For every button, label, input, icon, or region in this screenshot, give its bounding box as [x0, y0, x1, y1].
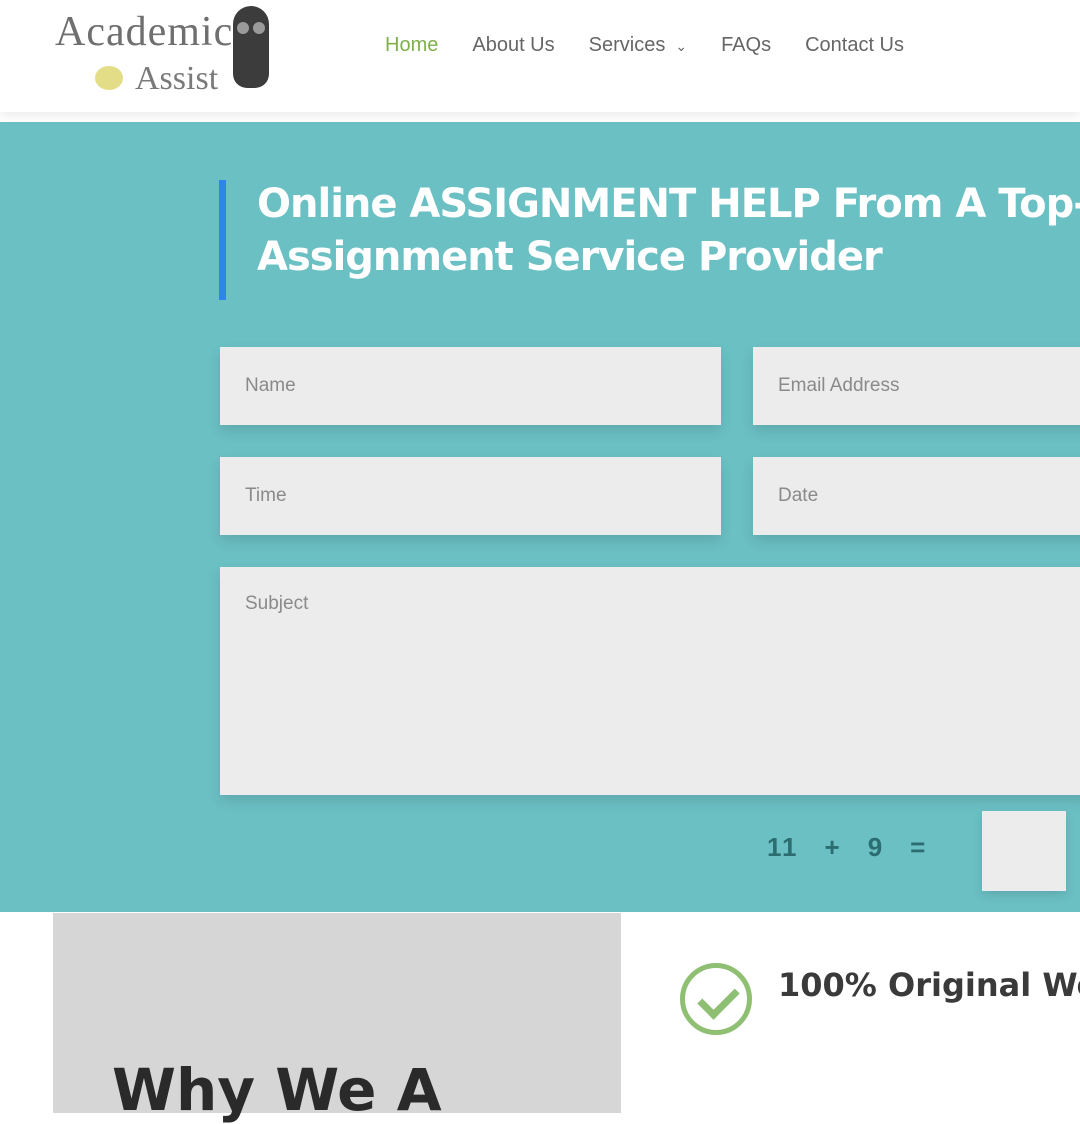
owl-logo-icon	[233, 6, 269, 88]
email-input[interactable]	[753, 347, 1080, 425]
hero-title: Online ASSIGNMENT HELP From A Top- Assig…	[257, 181, 1080, 280]
site-logo[interactable]: Academic Assist	[55, 6, 315, 98]
subject-textarea[interactable]	[220, 567, 1080, 795]
title-accent-bar	[219, 180, 226, 300]
captcha-operand-b: 9	[867, 832, 885, 862]
logo-badge-icon	[95, 66, 123, 90]
main-nav: Home About Us Services ⌄ FAQs Contact Us	[385, 34, 938, 57]
nav-contact-us[interactable]: Contact Us	[805, 34, 904, 57]
captcha-answer-input[interactable]	[982, 811, 1066, 891]
nav-faqs[interactable]: FAQs	[721, 34, 771, 57]
nav-home[interactable]: Home	[385, 34, 438, 57]
checkmark-circle-icon	[680, 963, 752, 1035]
captcha-operand-a: 11	[767, 832, 799, 862]
captcha-question: 11 + 9 =	[767, 832, 953, 863]
captcha-equals: =	[910, 832, 928, 862]
nav-about-us[interactable]: About Us	[472, 34, 554, 57]
date-input[interactable]	[753, 457, 1080, 535]
logo-text-top: Academic	[55, 9, 234, 55]
feature-original-work-title: 100% Original Wo	[778, 966, 1080, 1004]
nav-services-label: Services	[588, 34, 666, 56]
name-input[interactable]	[220, 347, 721, 425]
time-input[interactable]	[220, 457, 721, 535]
logo-text-bottom: Assist	[135, 60, 219, 97]
captcha-operator: +	[824, 832, 842, 862]
why-us-heading: Why We A	[112, 1056, 442, 1124]
site-header: Academic Assist Home About Us Services ⌄ …	[0, 0, 1080, 112]
chevron-down-icon: ⌄	[675, 38, 688, 54]
nav-services[interactable]: Services ⌄	[589, 34, 687, 57]
